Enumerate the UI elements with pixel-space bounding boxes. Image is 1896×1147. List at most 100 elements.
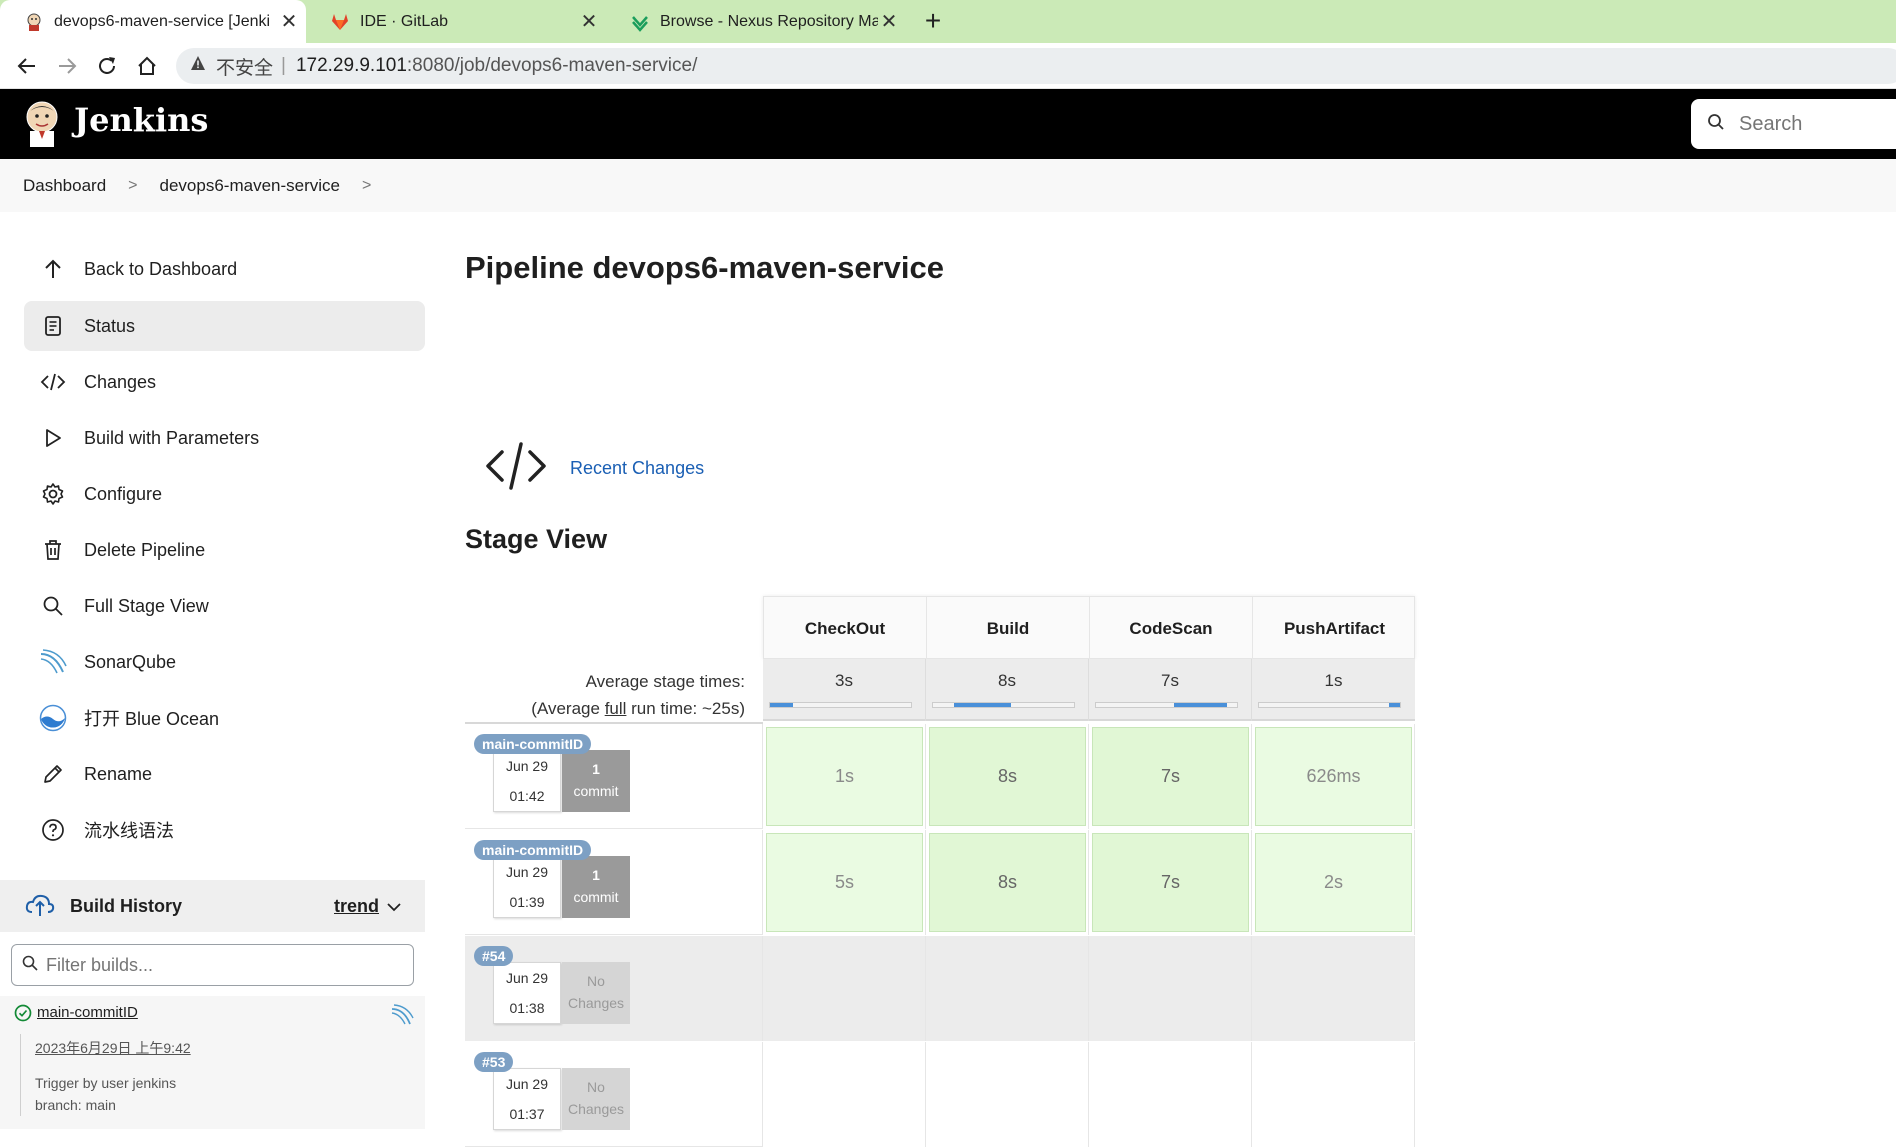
home-icon[interactable] [132, 51, 162, 81]
stage-cell [763, 936, 926, 1041]
sidebar-item-blue-ocean[interactable]: 打开 Blue Ocean [24, 693, 425, 743]
close-tab-icon[interactable]: ✕ [278, 9, 300, 34]
changes-count: No [587, 1079, 605, 1095]
avg-time: 7s [1161, 671, 1179, 690]
stage-cell[interactable]: 8s [926, 830, 1089, 935]
sidebar-item-label: Build with Parameters [84, 427, 260, 448]
sidebar-item-configure[interactable]: Configure [24, 469, 425, 519]
stage-cell [926, 936, 1089, 1041]
chevron-right-icon[interactable]: > [362, 177, 371, 195]
run-changes: No Changes [562, 962, 630, 1024]
run-changes[interactable]: 1 commit [562, 856, 630, 918]
browser-tabstrip: devops6-maven-service [Jenki ✕ IDE · Git… [0, 0, 1896, 43]
run-badge[interactable]: #53 [474, 1052, 514, 1072]
sidebar-item-status[interactable]: Status [24, 301, 425, 351]
stage-cell[interactable]: 5s [763, 830, 926, 935]
url-field[interactable]: 不安全 | 172.29.9.101 :8080/job/devops6-mav… [176, 48, 1896, 84]
stage-cell[interactable]: 626ms [1252, 724, 1415, 829]
chevron-down-icon[interactable] [387, 896, 401, 917]
changes-count: 1 [592, 867, 600, 883]
close-tab-icon[interactable]: ✕ [878, 9, 900, 34]
stage-duration: 8s [929, 727, 1086, 826]
jenkins-logo-icon[interactable] [22, 99, 62, 149]
run-changes[interactable]: 1 commit [562, 750, 630, 812]
run-badge[interactable]: #54 [474, 946, 514, 966]
cloud-build-icon [24, 890, 56, 922]
avg-progress-fill [1173, 703, 1228, 707]
recent-changes-link[interactable]: Recent Changes [570, 458, 704, 479]
stage-cell[interactable]: 2s [1252, 830, 1415, 935]
blue-ocean-icon [38, 703, 68, 733]
avg-progress-track [1095, 702, 1238, 708]
sidebar-item-full-stage-view[interactable]: Full Stage View [24, 581, 425, 631]
changes-count: No [587, 973, 605, 989]
build-branch: branch: main [35, 1097, 116, 1113]
run-badge[interactable]: main-commitID [474, 840, 592, 860]
stage-header-checkout: CheckOut [764, 597, 927, 660]
sidebar-item-back-to-dashboard[interactable]: Back to Dashboard [24, 244, 425, 294]
sidebar-item-label: 流水线语法 [84, 821, 174, 841]
average-run-time-label: (Average full run time: ~25s) [465, 695, 745, 722]
avg-full-link[interactable]: full [605, 699, 627, 718]
run-row: Jun 29 01:42 1 commit main-commitID 1s 8s … [465, 724, 1415, 829]
sonarqube-icon[interactable] [390, 1004, 414, 1031]
sidebar-item-delete-pipeline[interactable]: Delete Pipeline [24, 525, 425, 575]
changes-label: commit [573, 889, 619, 905]
build-history-title: Build History [70, 895, 183, 916]
stage-cell [926, 1042, 1089, 1147]
stage-duration: 8s [929, 833, 1086, 932]
sidebar-item-rename[interactable]: Rename [24, 749, 425, 799]
back-icon[interactable] [12, 51, 42, 81]
run-date: Jun 29 01:42 [493, 750, 561, 812]
build-name-link[interactable]: main-commitID [37, 1004, 138, 1021]
search-input[interactable] [1739, 112, 1889, 136]
breadcrumb-dashboard[interactable]: Dashboard [23, 176, 106, 196]
avg-progress-track [769, 702, 912, 708]
stage-cell[interactable]: 7s [1089, 830, 1252, 935]
stage-header-pushartifact: PushArtifact [1283, 618, 1386, 638]
build-date-link[interactable]: 2023年6月29日 上午9:42 [35, 1038, 191, 1058]
sonarqube-icon [38, 647, 68, 677]
sidebar-item-label: Configure [84, 483, 163, 504]
avg-run-suffix: run time: ~25s) [626, 699, 745, 718]
sidebar-item-pipeline-syntax[interactable]: 流水线语法 [24, 805, 425, 855]
close-tab-icon[interactable]: ✕ [578, 9, 600, 34]
search-box[interactable] [1691, 99, 1896, 149]
breadcrumb-job[interactable]: devops6-maven-service [160, 176, 340, 196]
run-badge[interactable]: main-commitID [474, 734, 592, 754]
filter-builds-field[interactable] [11, 944, 414, 986]
stage-cell[interactable]: 7s [1089, 724, 1252, 829]
address-bar: 不安全 | 172.29.9.101 :8080/job/devops6-mav… [0, 43, 1896, 89]
chevron-right-icon[interactable]: > [128, 177, 137, 195]
avg-progress-track [1258, 702, 1401, 708]
new-tab-button[interactable]: + [918, 6, 948, 36]
run-time: 01:42 [509, 788, 545, 804]
jenkins-title[interactable]: Jenkins [74, 101, 208, 139]
stage-header-row: CheckOut Build CodeScan PushArtifact [763, 596, 1415, 660]
nexus-favicon-icon [630, 12, 650, 32]
stage-duration: 7s [1092, 727, 1249, 826]
filter-builds-input[interactable] [46, 954, 396, 976]
url-host: 172.29.9.101 [295, 55, 407, 76]
code-icon[interactable] [485, 440, 547, 497]
stage-header-codescan: CodeScan [1090, 597, 1253, 660]
sidebar-item-sonarqube[interactable]: SonarQube [24, 637, 425, 687]
trend-link[interactable]: trend [334, 896, 379, 917]
forward-icon[interactable] [52, 51, 82, 81]
browser-tab-jenkins[interactable]: devops6-maven-service [Jenki ✕ [0, 0, 306, 43]
avg-progress-track [932, 702, 1075, 708]
avg-cell-pushartifact: 1s [1252, 659, 1415, 721]
run-changes: No Changes [562, 1068, 630, 1130]
build-description: Trigger by user jenkins branch: main [35, 1072, 176, 1116]
tab-title: Browse - Nexus Repository Ma [660, 12, 878, 30]
stage-cell[interactable]: 1s [763, 724, 926, 829]
sidebar-item-changes[interactable]: Changes [24, 357, 425, 407]
stage-cell[interactable]: 8s [926, 724, 1089, 829]
reload-icon[interactable] [92, 51, 122, 81]
browser-tab-gitlab[interactable]: IDE · GitLab ✕ [306, 0, 606, 43]
sidebar-item-build-with-parameters[interactable]: Build with Parameters [24, 413, 425, 463]
play-icon [38, 423, 68, 453]
stage-duration: 5s [766, 833, 923, 932]
browser-tab-nexus[interactable]: Browse - Nexus Repository Ma ✕ [606, 0, 906, 43]
avg-time: 3s [835, 671, 853, 690]
